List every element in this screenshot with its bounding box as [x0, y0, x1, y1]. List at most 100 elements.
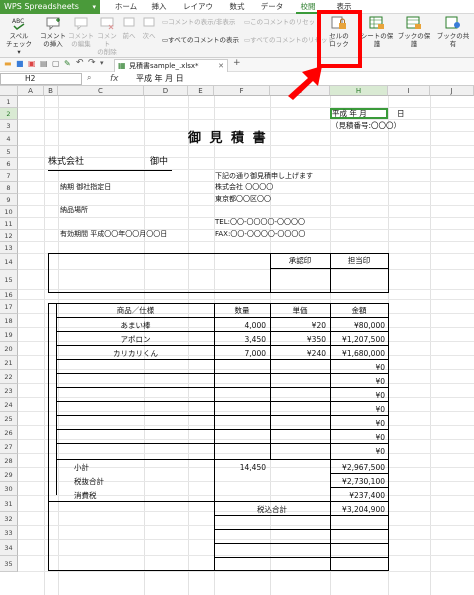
zoom-search-icon[interactable]: ⌕	[87, 73, 91, 83]
row-header[interactable]: 23	[0, 384, 18, 398]
spell-check-button[interactable]: ABC スペル チェック ▾	[6, 16, 32, 56]
intro-cell[interactable]: 下記の通り御見積申し上げます	[215, 171, 313, 182]
next-comment-button[interactable]: 次へ	[140, 16, 158, 40]
row-header[interactable]: 28	[0, 454, 18, 468]
item-amount-1[interactable]: ¥80,000	[330, 320, 385, 331]
pretax-label[interactable]: 税抜合計	[74, 476, 104, 487]
row-header[interactable]: 2	[0, 108, 18, 120]
row-header[interactable]: 24	[0, 398, 18, 412]
format-painter-icon[interactable]: ✎	[64, 59, 71, 68]
estimate-number-cell[interactable]: （見積番号:〇〇〇）	[331, 120, 401, 131]
edit-comment-button[interactable]: コメント の編集	[68, 16, 94, 48]
column-header-d[interactable]: D	[144, 86, 188, 96]
row-header[interactable]: 14	[0, 254, 18, 270]
save-icon[interactable]: ■	[16, 59, 24, 68]
item-name-3[interactable]: カリカリくん	[57, 348, 214, 359]
row-header[interactable]: 33	[0, 526, 18, 540]
print-icon[interactable]: ▤	[40, 59, 48, 68]
row-header[interactable]: 21	[0, 356, 18, 370]
insert-comment-button[interactable]: コメント の挿入	[40, 16, 66, 48]
row-header[interactable]: 35	[0, 556, 18, 572]
row-header[interactable]: 18	[0, 314, 18, 328]
item-amount-empty[interactable]: ¥0	[330, 376, 385, 387]
column-header-b[interactable]: B	[44, 86, 58, 96]
item-amount-2[interactable]: ¥1,207,500	[330, 334, 385, 345]
row-header[interactable]: 10	[0, 206, 18, 218]
column-header-f[interactable]: F	[214, 86, 270, 96]
item-amount-empty[interactable]: ¥0	[330, 446, 385, 457]
onchu-cell[interactable]: 御中	[150, 157, 168, 168]
item-price-3[interactable]: ¥240	[270, 348, 326, 359]
row-header[interactable]: 5	[0, 146, 18, 158]
row-header[interactable]: 26	[0, 426, 18, 440]
customize-chevron-icon[interactable]: ▾	[100, 59, 104, 67]
undo-icon[interactable]: ↶	[76, 58, 84, 68]
row-header[interactable]: 30	[0, 482, 18, 496]
row-header[interactable]: 25	[0, 412, 18, 426]
header-price[interactable]: 単価	[270, 305, 330, 316]
header-item[interactable]: 商品／仕様	[57, 305, 214, 316]
pretax-amount[interactable]: ¥2,730,100	[330, 476, 385, 487]
show-hide-comment-button[interactable]: ▭コメントの表示/非表示	[162, 18, 235, 27]
subtotal-qty[interactable]: 14,450	[214, 462, 266, 473]
approve-stamp-label[interactable]: 承認印	[270, 255, 330, 266]
tab-insert[interactable]: 挿入	[148, 0, 170, 14]
name-box[interactable]: H2	[0, 73, 82, 85]
row-header[interactable]: 34	[0, 540, 18, 556]
row-header[interactable]: 31	[0, 496, 18, 512]
seller-address-cell[interactable]: 東京都〇〇区〇〇	[215, 194, 271, 205]
share-book-button[interactable]: ブックの共有	[434, 16, 472, 48]
row-header[interactable]: 22	[0, 370, 18, 384]
item-amount-empty[interactable]: ¥0	[330, 390, 385, 401]
item-price-1[interactable]: ¥20	[270, 320, 326, 331]
row-header[interactable]: 20	[0, 342, 18, 356]
row-header[interactable]: 15	[0, 270, 18, 290]
tel-cell[interactable]: TEL:〇〇-〇〇〇〇-〇〇〇〇	[215, 217, 305, 228]
row-header[interactable]: 9	[0, 194, 18, 206]
row-header[interactable]: 32	[0, 512, 18, 526]
app-menu-button[interactable]: WPS Spreadsheets ▾	[0, 0, 100, 14]
row-header[interactable]: 16	[0, 290, 18, 300]
pdf-icon[interactable]: ▣	[28, 59, 36, 68]
place-cell[interactable]: 納品場所	[60, 205, 88, 216]
valid-period-cell[interactable]: 有効期間 平成〇〇年〇〇月〇〇日	[60, 229, 167, 240]
subtotal-label[interactable]: 小計	[74, 462, 89, 473]
column-header-i[interactable]: I	[388, 86, 430, 96]
item-amount-empty[interactable]: ¥0	[330, 404, 385, 415]
row-header[interactable]: 7	[0, 170, 18, 182]
header-amount[interactable]: 金額	[330, 305, 388, 316]
subtotal-amount[interactable]: ¥2,967,500	[330, 462, 385, 473]
item-amount-empty[interactable]: ¥0	[330, 432, 385, 443]
seller-cell[interactable]: 株式会社 〇〇〇〇	[215, 182, 273, 193]
row-header[interactable]: 12	[0, 230, 18, 242]
item-amount-3[interactable]: ¥1,680,000	[330, 348, 385, 359]
delivery-cell[interactable]: 納期 御社指定日	[60, 182, 111, 193]
column-header-j[interactable]: J	[430, 86, 474, 96]
column-header-a[interactable]: A	[18, 86, 44, 96]
formula-input[interactable]: 平成 年 月 日	[136, 72, 184, 86]
date-cell[interactable]: 平成 年 月	[332, 108, 367, 119]
column-header-c[interactable]: C	[58, 86, 144, 96]
protect-sheet-button[interactable]: シートの保護	[360, 16, 394, 48]
show-all-comments-button[interactable]: ▭すべてのコメントの表示	[162, 36, 239, 45]
column-header-e[interactable]: E	[188, 86, 214, 96]
item-amount-empty[interactable]: ¥0	[330, 418, 385, 429]
new-tab-button[interactable]: +	[233, 58, 241, 68]
item-amount-empty[interactable]: ¥0	[330, 362, 385, 373]
preview-icon[interactable]: ▢	[52, 59, 60, 68]
tab-home[interactable]: ホーム	[114, 0, 138, 14]
row-header[interactable]: 1	[0, 96, 18, 108]
page-title[interactable]: 御 見 積 書	[188, 131, 268, 147]
prev-comment-button[interactable]: 前へ	[120, 16, 138, 40]
row-header[interactable]: 17	[0, 300, 18, 314]
tax-label[interactable]: 消費税	[74, 490, 97, 501]
tax-amount[interactable]: ¥237,400	[330, 490, 385, 501]
row-header[interactable]: 6	[0, 158, 18, 170]
row-header[interactable]: 19	[0, 328, 18, 342]
header-qty[interactable]: 数量	[214, 305, 270, 316]
fx-icon[interactable]: fx	[110, 72, 119, 86]
redo-icon[interactable]: ↷	[88, 58, 96, 68]
item-name-2[interactable]: アポロン	[57, 334, 214, 345]
row-header[interactable]: 27	[0, 440, 18, 454]
close-tab-icon[interactable]: ✕	[218, 60, 224, 72]
